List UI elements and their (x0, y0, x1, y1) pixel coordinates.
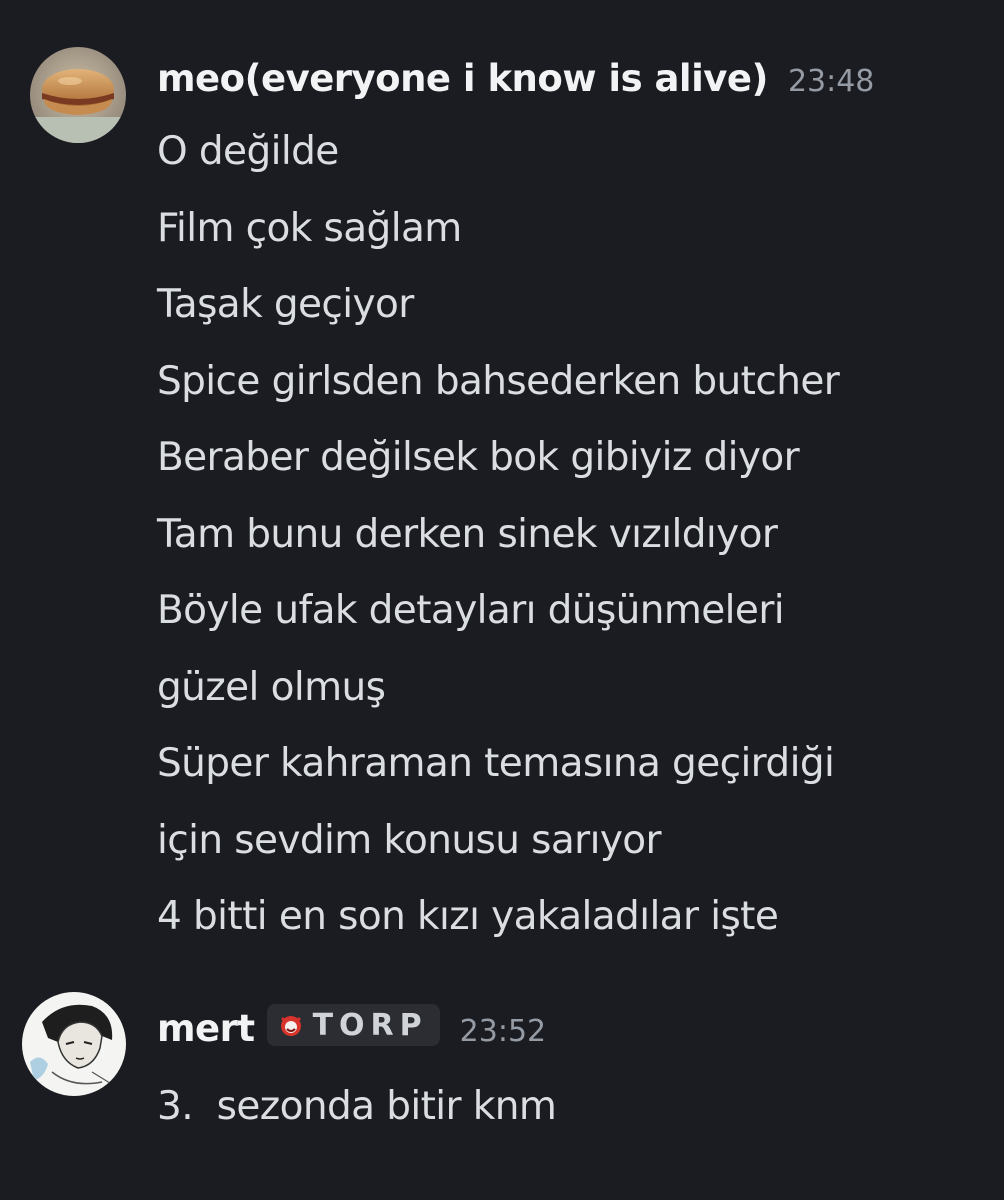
timestamp: 23:48 (787, 64, 875, 99)
message-line: için sevdim konusu sarıyor (157, 817, 662, 863)
red-creature-icon (280, 1016, 301, 1036)
message-line: Taşak geçiyor (157, 282, 414, 327)
message-line: Film çok sağlam (157, 205, 462, 251)
manga-character-avatar-icon[interactable] (22, 992, 126, 1096)
message-line: Böyle ufak detayları düşünmeleri (157, 588, 785, 633)
message-line: Tam bunu derken sinek vızıldıyor (157, 511, 778, 557)
username[interactable]: meo(everyone i know is alive) (157, 57, 768, 100)
message-lines: 3. sezonda bitir knm (157, 1069, 557, 1146)
message-group-meo: meo(everyone i know is alive) 23:48 O de… (0, 0, 1004, 960)
message-line: O değilde (157, 129, 339, 174)
message-line: Spice girlsden bahsederken butcher (157, 358, 840, 404)
message-line: 4 bitti en son kızı yakaladılar işte (157, 894, 779, 939)
guild-tag-badge[interactable]: TORP (266, 1004, 440, 1046)
message-line: güzel olmuş (157, 664, 386, 710)
sandwich-avatar-icon[interactable] (30, 47, 126, 143)
timestamp: 23:52 (459, 1014, 547, 1049)
message-group-mert: mert TORP 23:52 3. sezonda bitir knm (0, 960, 1004, 1200)
guild-tag-text: TORP (312, 1007, 428, 1043)
username[interactable]: mert (157, 1007, 255, 1050)
message-lines: O değilde Film çok sağlam Taşak geçiyor … (157, 114, 840, 956)
message-line: 3. sezonda bitir knm (157, 1084, 557, 1129)
message-line: Süper kahraman temasına geçirdiği (157, 741, 835, 786)
message-line: Beraber değilsek bok gibiyiz diyor (157, 435, 800, 480)
